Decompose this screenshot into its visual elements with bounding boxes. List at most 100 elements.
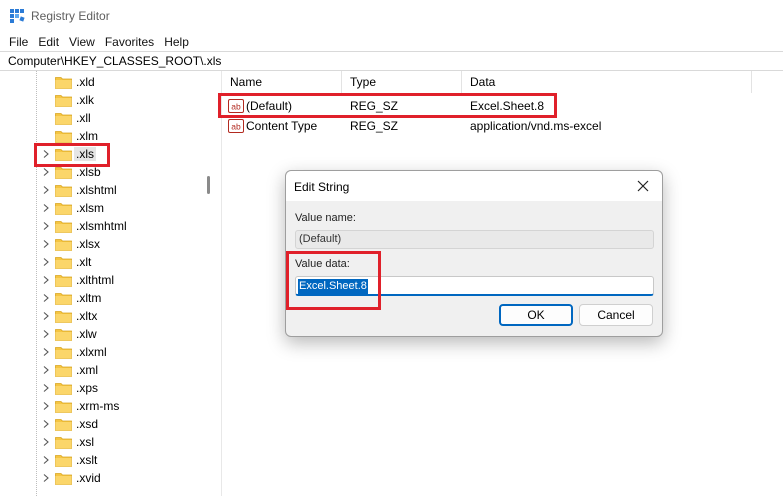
chevron-right-icon[interactable]	[41, 473, 51, 483]
key-tree[interactable]: .xld .xlk .xll .xlm .xls .xlsb .xlshtml .xlsm .x…	[0, 71, 216, 496]
tree-item-label: .xslt	[76, 453, 98, 467]
tree-item[interactable]: .xlw	[0, 325, 216, 343]
tree-item-label: .xltm	[76, 291, 102, 305]
tree-item[interactable]: .xll	[0, 109, 216, 127]
tree-item[interactable]: .xlsm	[0, 199, 216, 217]
value-data: Excel.Sheet.8	[470, 99, 545, 113]
chevron-right-icon[interactable]	[41, 383, 51, 393]
tree-item[interactable]: .xlt	[0, 253, 216, 271]
value-name: Content Type	[246, 119, 318, 133]
tree-item[interactable]: .xld	[0, 73, 216, 91]
menu-view[interactable]: View	[64, 35, 100, 49]
folder-icon	[55, 239, 72, 251]
column-header-type[interactable]: Type	[342, 71, 462, 93]
close-icon[interactable]	[636, 179, 650, 193]
value-name-text: (Default)	[299, 233, 342, 245]
tree-item[interactable]: .xlshtml	[0, 181, 216, 199]
folder-icon	[55, 131, 72, 143]
chevron-right-icon[interactable]	[41, 419, 51, 429]
tree-item-label: .xlsmhtml	[76, 219, 127, 233]
chevron-right-icon[interactable]	[41, 167, 51, 177]
tree-item-label: .xlshtml	[76, 183, 117, 197]
value-name-field: (Default)	[295, 230, 654, 249]
chevron-right-icon[interactable]	[41, 203, 51, 213]
folder-icon	[55, 203, 72, 215]
tree-item-label: .xlthtml	[76, 273, 115, 287]
folder-icon	[55, 293, 72, 305]
tree-item[interactable]: .xsl	[0, 433, 216, 451]
folder-icon	[55, 437, 72, 449]
tree-item[interactable]: .xps	[0, 379, 216, 397]
value-data: application/vnd.ms-excel	[470, 119, 602, 133]
menu-help[interactable]: Help	[159, 35, 194, 49]
chevron-right-icon[interactable]	[41, 275, 51, 285]
chevron-right-icon[interactable]	[41, 329, 51, 339]
ab-string-value-icon: ab	[228, 99, 244, 113]
chevron-right-icon[interactable]	[41, 455, 51, 465]
tree-item[interactable]: .xlm	[0, 127, 216, 145]
chevron-right-icon[interactable]	[41, 221, 51, 231]
tree-item-label: .xps	[76, 381, 99, 395]
tree-item-label: .xlsm	[76, 201, 104, 215]
tree-item[interactable]: .xls	[0, 145, 216, 163]
tree-item[interactable]: .xlsmhtml	[0, 217, 216, 235]
ab-string-value-icon: ab	[228, 119, 244, 133]
tree-item[interactable]: .xlxml	[0, 343, 216, 361]
tree-item[interactable]: .xlsb	[0, 163, 216, 181]
tree-item-label: .xls	[74, 147, 96, 161]
chevron-right-icon[interactable]	[41, 257, 51, 267]
tree-item[interactable]: .xlk	[0, 91, 216, 109]
tree-item[interactable]: .xslt	[0, 451, 216, 469]
window-title: Registry Editor	[31, 9, 110, 23]
chevron-right-icon[interactable]	[41, 149, 51, 159]
tree-item-label: .xltx	[76, 309, 98, 323]
folder-icon	[55, 419, 72, 431]
value-row[interactable]: ab (Default) REG_SZ Excel.Sheet.8	[222, 96, 783, 116]
tree-item[interactable]: .xlsx	[0, 235, 216, 253]
tree-item-label: .xml	[76, 363, 98, 377]
value-row[interactable]: ab Content Type REG_SZ application/vnd.m…	[222, 116, 783, 136]
chevron-right-icon[interactable]	[41, 239, 51, 249]
chevron-right-icon[interactable]	[41, 347, 51, 357]
tree-item-label: .xlk	[76, 93, 94, 107]
tree-item[interactable]: .xrm-ms	[0, 397, 216, 415]
ok-button[interactable]: OK	[499, 304, 573, 326]
menu-file[interactable]: File	[4, 35, 33, 49]
folder-icon	[55, 95, 72, 107]
svg-text:ab: ab	[231, 122, 241, 132]
tree-item[interactable]: .xltm	[0, 289, 216, 307]
dialog-title: Edit String	[294, 180, 350, 194]
tree-item-label: .xll	[76, 111, 91, 125]
tree-item[interactable]: .xltx	[0, 307, 216, 325]
chevron-right-icon[interactable]	[41, 185, 51, 195]
tree-item[interactable]: .xlthtml	[0, 271, 216, 289]
tree-item-label: .xlw	[76, 327, 97, 341]
chevron-right-icon[interactable]	[41, 311, 51, 321]
chevron-right-icon[interactable]	[41, 365, 51, 375]
menu-favorites[interactable]: Favorites	[100, 35, 159, 49]
window-titlebar: Registry Editor	[0, 0, 783, 32]
column-header-data[interactable]: Data	[462, 71, 752, 93]
tree-item[interactable]: .xml	[0, 361, 216, 379]
tree-item-label: .xlt	[76, 255, 92, 269]
chevron-right-icon[interactable]	[41, 401, 51, 411]
cancel-button[interactable]: Cancel	[579, 304, 653, 326]
tree-item[interactable]: .xsd	[0, 415, 216, 433]
value-data-selected-text: Excel.Sheet.8	[298, 279, 368, 294]
value-name-label: Value name:	[295, 212, 356, 224]
value-type: REG_SZ	[350, 99, 399, 113]
address-bar[interactable]: Computer\HKEY_CLASSES_ROOT\.xls	[0, 51, 783, 71]
folder-icon	[55, 113, 72, 125]
folder-icon	[55, 221, 72, 233]
folder-icon	[55, 167, 72, 179]
column-header-name[interactable]: Name	[222, 71, 342, 93]
chevron-right-icon[interactable]	[41, 437, 51, 447]
chevron-right-icon[interactable]	[41, 293, 51, 303]
menu-edit[interactable]: Edit	[33, 35, 64, 49]
tree-item[interactable]: .xvid	[0, 469, 216, 487]
tree-item-label: .xrm-ms	[76, 399, 120, 413]
folder-icon	[55, 383, 72, 395]
tree-item-label: .xlsb	[76, 165, 101, 179]
folder-icon	[55, 275, 72, 287]
value-data-input[interactable]: Excel.Sheet.8	[295, 276, 654, 296]
